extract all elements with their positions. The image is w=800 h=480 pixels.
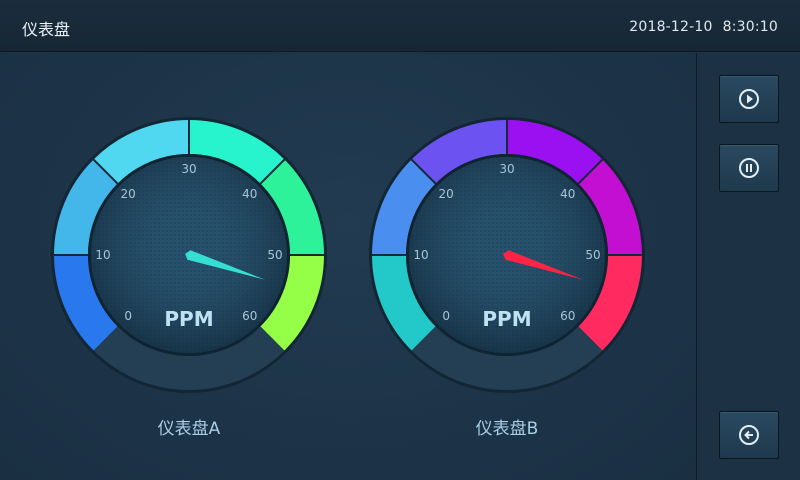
gauge-panel: 0 10 20 30 40 50 60 PPM 仪表盘A 0 10 20 30 40 50 60 PPM 仪…	[0, 53, 696, 480]
unit-label: PPM	[482, 307, 531, 331]
tick-label: 40	[560, 187, 575, 201]
datetime: 2018-12-10 8:30:10	[629, 19, 778, 35]
gauge-a-dial: 0 10 20 30 40 50 60 PPM	[51, 117, 327, 393]
pause-button[interactable]	[719, 144, 779, 192]
back-arrow-icon	[739, 425, 759, 445]
pause-icon	[739, 158, 759, 178]
page-title: 仪表盘	[22, 20, 71, 39]
gauge-b: 0 10 20 30 40 50 60 PPM	[367, 53, 647, 397]
tick-label: 30	[499, 162, 514, 176]
tick-label: 0	[124, 309, 132, 323]
back-button[interactable]	[719, 411, 779, 459]
gauge-a-label: 仪表盘A	[157, 419, 221, 439]
control-sidebar	[696, 53, 800, 480]
tick-label: 20	[439, 187, 454, 201]
gauge-b-dial: 0 10 20 30 40 50 60 PPM	[369, 117, 645, 393]
tick-label: 30	[181, 162, 196, 176]
top-bar: 仪表盘 2018-12-10 8:30:10	[0, 0, 800, 52]
tick-label: 60	[560, 309, 575, 323]
tick-label: 10	[413, 248, 428, 262]
gauge-a: 0 10 20 30 40 50 60 PPM	[49, 53, 329, 397]
tick-label: 50	[267, 248, 282, 262]
tick-label: 40	[242, 187, 257, 201]
tick-label: 0	[442, 309, 450, 323]
tick-label: 50	[585, 248, 600, 262]
tick-label: 20	[121, 187, 136, 201]
unit-label: PPM	[164, 307, 213, 331]
tick-label: 10	[95, 248, 110, 262]
time-text: 8:30:10	[722, 19, 778, 35]
play-button[interactable]	[719, 75, 779, 123]
gauge-b-label: 仪表盘B	[475, 419, 539, 439]
tick-label: 60	[242, 309, 257, 323]
date-text: 2018-12-10	[629, 19, 713, 35]
play-icon	[739, 89, 759, 109]
